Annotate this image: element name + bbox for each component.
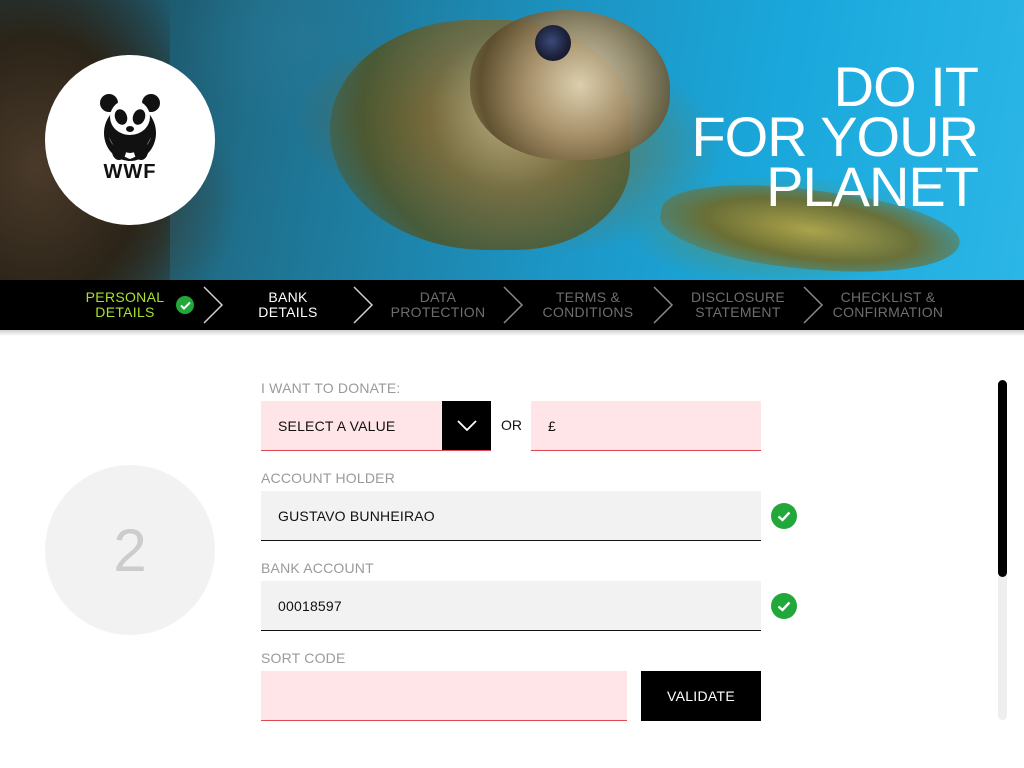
chevron-down-icon[interactable] <box>442 401 491 450</box>
hero-banner: WWF DO IT FOR YOUR PLANET <box>0 0 1024 280</box>
valid-check-icon <box>771 593 797 619</box>
bank-account-value: 00018597 <box>278 597 342 614</box>
donate-label: I WANT TO DONATE: <box>261 380 401 396</box>
step-label: DISCLOSURE <box>690 289 786 305</box>
chevron-right-icon <box>803 286 824 324</box>
progress-steps: PERSONAL DETAILS BANK DETAILS DATA PROTE… <box>0 280 1024 330</box>
turtle-head <box>470 10 670 160</box>
select-value: SELECT A VALUE <box>278 417 396 434</box>
hero-headline: DO IT FOR YOUR PLANET <box>691 59 979 218</box>
step-personal-details[interactable]: PERSONAL DETAILS <box>80 280 200 330</box>
panda-icon <box>100 93 160 161</box>
donation-amount-select[interactable]: SELECT A VALUE <box>261 401 491 451</box>
wwf-logo[interactable]: WWF <box>45 55 215 225</box>
step-label: DATA <box>419 289 457 305</box>
step-data-protection[interactable]: DATA PROTECTION <box>378 280 498 330</box>
custom-amount-input[interactable]: £ <box>531 401 761 451</box>
check-icon <box>176 296 195 314</box>
validate-button[interactable]: VALIDATE <box>641 671 761 721</box>
step-label: DETAILS <box>95 304 155 320</box>
chevron-right-icon <box>203 286 224 324</box>
step-bank-details[interactable]: BANK DETAILS <box>228 280 348 330</box>
step-label: STATEMENT <box>695 304 781 320</box>
step-label: CHECKLIST & <box>840 289 936 305</box>
scrollbar-track[interactable] <box>998 380 1007 720</box>
step-label: TERMS & <box>555 289 621 305</box>
step-label: PROTECTION <box>390 304 486 320</box>
step-disclosure-statement[interactable]: DISCLOSURE STATEMENT <box>678 280 798 330</box>
account-holder-value: GUSTAVO BUNHEIRAO <box>278 507 435 524</box>
sort-code-input[interactable] <box>261 671 627 721</box>
or-text: OR <box>501 417 522 433</box>
chevron-right-icon <box>353 286 374 324</box>
scrollbar-thumb[interactable] <box>998 380 1007 577</box>
step-label: CONFIRMATION <box>832 304 944 320</box>
step-label: DETAILS <box>258 304 318 320</box>
step-checklist-confirmation[interactable]: CHECKLIST & CONFIRMATION <box>828 280 948 330</box>
turtle-eye <box>535 25 571 61</box>
step-label: BANK <box>268 289 308 305</box>
chevron-right-icon <box>653 286 674 324</box>
chevron-right-icon <box>503 286 524 324</box>
sort-code-label: SORT CODE <box>261 650 346 666</box>
currency-prefix: £ <box>548 417 556 434</box>
logo-text: WWF <box>103 160 157 183</box>
current-step-number: 2 <box>45 465 215 635</box>
step-label: PERSONAL <box>85 289 165 305</box>
bank-account-input[interactable]: 00018597 <box>261 581 761 631</box>
steps-shadow <box>0 330 1024 336</box>
bank-account-label: BANK ACCOUNT <box>261 560 374 576</box>
step-terms-conditions[interactable]: TERMS & CONDITIONS <box>528 280 648 330</box>
valid-check-icon <box>771 503 797 529</box>
account-holder-input[interactable]: GUSTAVO BUNHEIRAO <box>261 491 761 541</box>
account-holder-label: ACCOUNT HOLDER <box>261 470 396 486</box>
step-label: CONDITIONS <box>542 304 634 320</box>
headline-line: PLANET <box>766 155 979 218</box>
